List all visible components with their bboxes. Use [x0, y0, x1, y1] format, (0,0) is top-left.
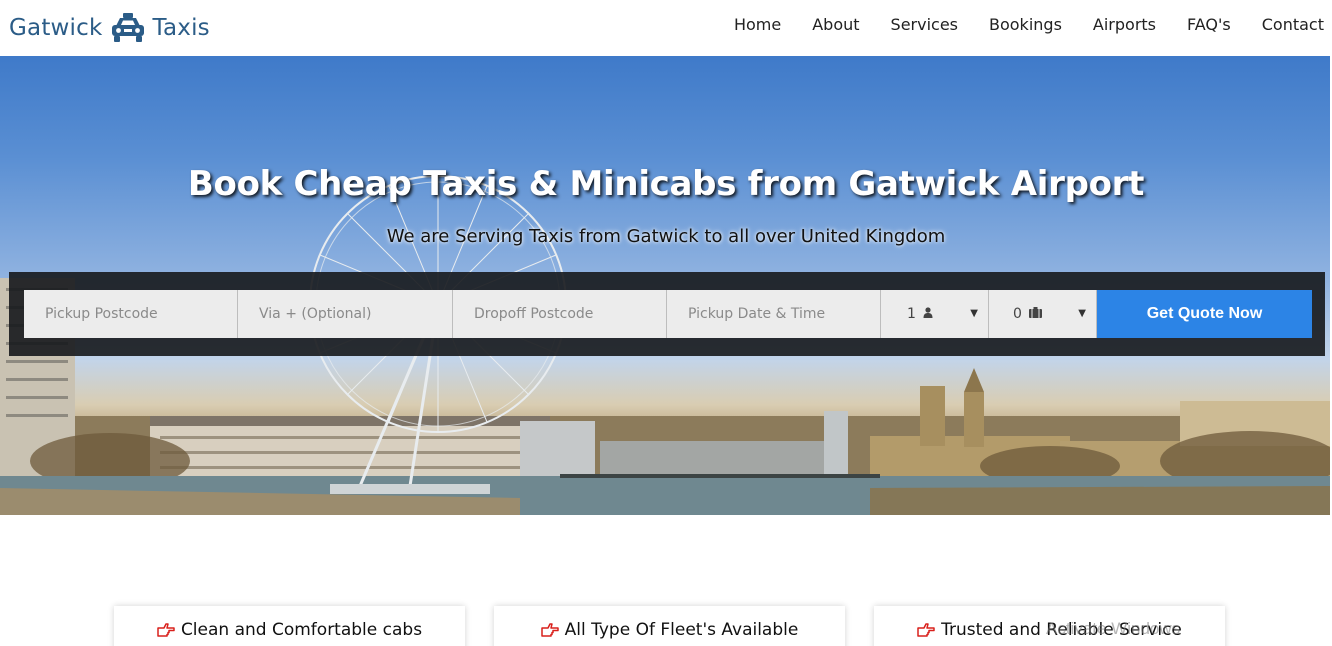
nav-bookings[interactable]: Bookings [989, 14, 1062, 36]
user-icon [923, 290, 933, 338]
chevron-down-icon: ▼ [970, 308, 978, 319]
hero-title: Book Cheap Taxis & Minicabs from Gatwick… [187, 164, 1145, 204]
hand-point-right-icon [157, 622, 175, 642]
logo-text-right: Taxis [152, 15, 210, 41]
suitcase-icon [1029, 290, 1043, 338]
nav-about[interactable]: About [812, 14, 859, 36]
luggage-select[interactable]: 0 ▼ [989, 290, 1097, 338]
dropoff-postcode-input[interactable]: Dropoff Postcode [453, 290, 667, 338]
nav-faqs[interactable]: FAQ's [1187, 14, 1231, 36]
nav-contact[interactable]: Contact [1262, 14, 1324, 36]
logo-text-left: Gatwick [9, 15, 103, 41]
site-logo[interactable]: Gatwick Taxis [9, 8, 210, 48]
taxi-icon [110, 12, 146, 44]
pickup-postcode-input[interactable]: Pickup Postcode [24, 290, 238, 338]
luggage-value: 0 [1013, 306, 1022, 322]
feature-card: All Type Of Fleet's Available [494, 606, 845, 646]
nav-home[interactable]: Home [734, 14, 781, 36]
hero-banner: Book Cheap Taxis & Minicabs from Gatwick… [0, 56, 1330, 515]
feature-label: Clean and Comfortable cabs [180, 620, 423, 640]
pickup-datetime-input[interactable]: Pickup Date & Time [667, 290, 881, 338]
hero-subtitle: We are Serving Taxis from Gatwick to all… [386, 226, 946, 247]
passengers-select[interactable]: 1 ▼ [881, 290, 989, 338]
feature-label: All Type Of Fleet's Available [564, 620, 799, 640]
windows-activation-watermark: Activate Windows [1046, 619, 1181, 638]
feature-card: Clean and Comfortable cabs [114, 606, 465, 646]
nav-airports[interactable]: Airports [1093, 14, 1156, 36]
chevron-down-icon: ▼ [1078, 308, 1086, 319]
site-header: Gatwick Taxis Home About Services Bookin… [0, 0, 1332, 56]
via-input[interactable]: Via + (Optional) [238, 290, 453, 338]
passengers-value: 1 [907, 306, 916, 322]
main-nav: Home About Services Bookings Airports FA… [703, 14, 1324, 36]
hand-point-right-icon [540, 622, 559, 642]
nav-services[interactable]: Services [891, 14, 958, 36]
quote-form: Pickup Postcode Via + (Optional) Dropoff… [9, 272, 1325, 356]
get-quote-button[interactable]: Get Quote Now [1097, 290, 1312, 338]
hand-point-right-icon [917, 622, 935, 642]
